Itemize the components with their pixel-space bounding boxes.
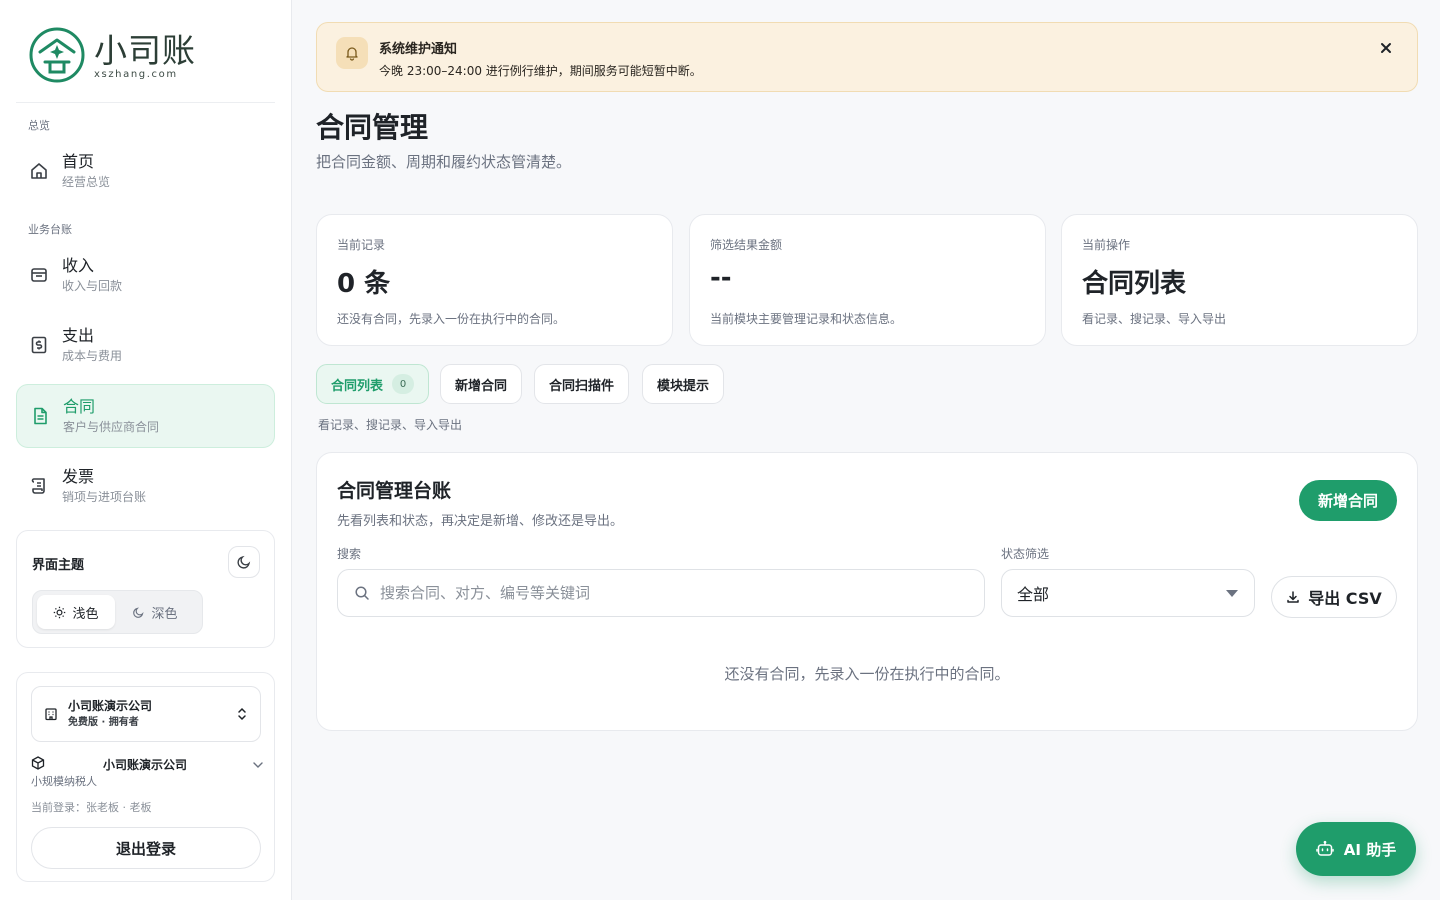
document-icon — [34, 407, 47, 425]
stat-value: -- — [710, 263, 732, 293]
sidebar-item-label: 收入 — [62, 256, 95, 275]
inbox-icon — [31, 268, 47, 282]
sidebar-item-income[interactable]: 收入 收入与回款 — [16, 243, 275, 307]
stat-card-amount: 筛选结果金额 -- 当前模块主要管理记录和状态信息。 — [689, 214, 1046, 346]
brand-logo-icon — [29, 27, 85, 83]
tab-contract-list[interactable]: 合同列表 0 — [316, 364, 430, 404]
org-name: 小司账演示公司 — [68, 699, 153, 713]
sidebar-item-label: 合同 — [63, 397, 96, 416]
moon-icon — [237, 555, 251, 569]
stat-value: 0 条 — [337, 269, 391, 299]
theme-segmented-control: 浅色 深色 — [32, 590, 203, 634]
moon-icon — [133, 606, 144, 618]
sidebar-item-sublabel: 收入与回款 — [62, 279, 123, 293]
caret-down-icon — [1226, 590, 1238, 597]
brand[interactable]: 小司账 xszhang.com — [28, 26, 196, 84]
search-icon — [355, 586, 369, 600]
receipt-dollar-icon — [31, 336, 47, 354]
tab-label: 新增合同 — [455, 378, 508, 394]
sun-icon — [54, 606, 66, 618]
close-icon[interactable] — [1377, 39, 1395, 57]
tab-add-contract[interactable]: 新增合同 — [440, 364, 523, 404]
chevron-up-down-icon — [238, 707, 246, 721]
theme-light-label: 浅色 — [72, 606, 99, 622]
search-input[interactable] — [380, 584, 960, 602]
sidebar-item-label: 发票 — [62, 467, 95, 486]
stat-desc: 看记录、搜记录、导入导出 — [1082, 312, 1227, 326]
search-field — [337, 569, 985, 617]
notice-icon-wrap — [336, 37, 368, 69]
theme-dark-option[interactable]: 深色 — [115, 595, 195, 629]
tab-module-tips[interactable]: 模块提示 — [642, 364, 725, 404]
stat-card-records: 当前记录 0 条 还没有合同，先录入一份在执行中的合同。 — [316, 214, 673, 346]
empty-state-message: 还没有合同，先录入一份在执行中的合同。 — [724, 665, 1010, 683]
page-subtitle: 把合同金额、周期和履约状态管清楚。 — [316, 153, 572, 171]
stat-desc: 当前模块主要管理记录和状态信息。 — [710, 312, 903, 326]
sidebar: 小司账 xszhang.com 总览 首页 经营总览 业务台账 收入 收入与回款… — [0, 0, 292, 900]
workspace-type: 小规模纳税人 — [31, 775, 97, 788]
stat-value: 合同列表 — [1082, 269, 1187, 299]
ledger-title: 合同管理台账 — [337, 480, 452, 502]
sidebar-item-invoice[interactable]: 发票 销项与进项台账 — [16, 454, 275, 518]
maintenance-notice: 系统维护通知 今晚 23:00–24:00 进行例行维护，期间服务可能短暂中断。 — [316, 22, 1418, 92]
sidebar-item-label: 首页 — [62, 152, 95, 171]
notice-text: 今晚 23:00–24:00 进行例行维护，期间服务可能短暂中断。 — [379, 64, 702, 78]
sidebar-item-sublabel: 客户与供应商合同 — [63, 420, 160, 434]
notice-title: 系统维护通知 — [379, 42, 458, 57]
logout-button[interactable]: 退出登录 — [31, 827, 261, 869]
theme-light-option[interactable]: 浅色 — [37, 595, 115, 629]
cube-icon — [31, 756, 45, 770]
download-icon — [1287, 591, 1299, 603]
building-icon — [45, 708, 57, 721]
sidebar-item-home[interactable]: 首页 经营总览 — [16, 139, 275, 203]
theme-dark-label: 深色 — [151, 606, 178, 622]
status-filter-value: 全部 — [1017, 585, 1050, 604]
sidebar-item-sublabel: 销项与进项台账 — [62, 490, 147, 504]
status-filter-select[interactable]: 全部 — [1001, 569, 1255, 617]
tab-count-badge: 0 — [392, 374, 415, 394]
tab-contract-scans[interactable]: 合同扫描件 — [534, 364, 630, 404]
tab-label: 合同扫描件 — [549, 378, 615, 394]
add-contract-button[interactable]: 新增合同 — [1299, 480, 1397, 521]
nav-section-overview: 总览 — [28, 119, 50, 132]
export-label: 导出 CSV — [1308, 589, 1382, 608]
page-title: 合同管理 — [316, 111, 429, 144]
stat-desc: 还没有合同，先录入一份在执行中的合同。 — [337, 312, 566, 326]
theme-card: 界面主题 浅色 深色 — [16, 530, 275, 648]
brand-name: 小司账 — [94, 30, 196, 70]
workspace-name: 小司账演示公司 — [103, 758, 188, 772]
export-csv-button[interactable]: 导出 CSV — [1271, 576, 1397, 618]
ledger-subtitle: 先看列表和状态，再决定是新增、修改还是导出。 — [337, 514, 624, 529]
robot-icon — [1316, 840, 1334, 856]
tab-label: 模块提示 — [657, 378, 710, 394]
status-filter-label: 状态筛选 — [1001, 547, 1050, 561]
theme-title: 界面主题 — [32, 558, 85, 573]
stat-label: 当前操作 — [1082, 238, 1131, 252]
tab-label: 合同列表 — [331, 378, 384, 394]
theme-toggle-button[interactable] — [228, 546, 260, 578]
sidebar-item-contract[interactable]: 合同 客户与供应商合同 — [16, 384, 275, 448]
search-label: 搜索 — [337, 547, 362, 561]
bell-icon — [346, 47, 358, 61]
sidebar-item-sublabel: 经营总览 — [62, 175, 111, 189]
divider — [16, 102, 275, 103]
nav-section-business: 业务台账 — [28, 223, 72, 236]
sidebar-item-label: 支出 — [62, 326, 95, 345]
stat-card-operation: 当前操作 合同列表 看记录、搜记录、导入导出 — [1061, 214, 1418, 346]
home-icon — [31, 163, 47, 179]
org-switcher[interactable]: 小司账演示公司 免费版 · 拥有者 — [31, 686, 261, 742]
sidebar-item-expense[interactable]: 支出 成本与费用 — [16, 313, 275, 377]
sidebar-item-sublabel: 成本与费用 — [62, 349, 123, 363]
login-info: 当前登录：张老板 · 老板 — [31, 801, 152, 814]
contract-ledger-panel: 合同管理台账 先看列表和状态，再决定是新增、修改还是导出。 新增合同 搜索 状态… — [316, 452, 1418, 731]
stat-label: 筛选结果金额 — [710, 238, 783, 252]
stat-label: 当前记录 — [337, 238, 386, 252]
chevron-down-icon — [253, 762, 263, 768]
org-plan: 免费版 · 拥有者 — [68, 717, 139, 728]
scroll-icon — [31, 478, 45, 494]
account-card: 小司账演示公司 免费版 · 拥有者 小司账演示公司 小规模纳税人 当前登录：张老… — [16, 672, 275, 882]
ai-assistant-button[interactable]: AI 助手 — [1296, 822, 1416, 876]
tab-hint: 看记录、搜记录、导入导出 — [318, 418, 463, 432]
ai-assistant-label: AI 助手 — [1343, 840, 1397, 859]
